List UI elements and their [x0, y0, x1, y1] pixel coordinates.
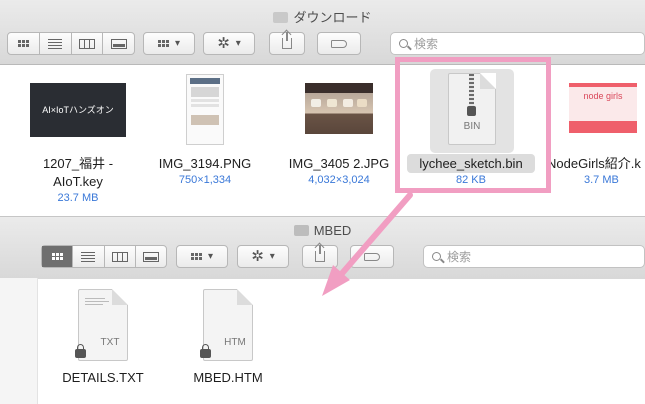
- png-thumbnail: [186, 74, 224, 145]
- top-view-switcher: [7, 32, 135, 55]
- top-share-button[interactable]: [269, 32, 305, 55]
- file-item-mbed[interactable]: HTM MBED.HTM: [173, 279, 283, 389]
- file-item-jpg[interactable]: IMG_3405 2.JPG 4,032×3,024: [280, 65, 398, 210]
- chevron-down-icon: ▾: [269, 251, 275, 262]
- file-name: DETAILS.TXT: [62, 370, 144, 385]
- bottom-action-button[interactable]: ✲ ▾: [237, 245, 289, 268]
- top-toolbar: ダウンロード ▾ ✲ ▾ 検索: [0, 0, 645, 65]
- file-name: IMG_3194.PNG: [158, 156, 252, 171]
- drive-icon: [293, 225, 309, 236]
- file-dimensions: 4,032×3,024: [308, 174, 370, 186]
- bottom-search-field[interactable]: 検索: [423, 245, 645, 268]
- coverflow-view-button[interactable]: [103, 33, 134, 54]
- grid-icon: [51, 253, 63, 260]
- top-file-area: AI×IoTハンズオン 1207_福井 - AIoT.key 23.7 MB I…: [0, 57, 645, 216]
- keynote-thumbnail: AI×IoTハンズオン: [30, 83, 126, 137]
- arrange-icon: [157, 40, 169, 47]
- folder-icon: [273, 12, 289, 23]
- lock-icon: [200, 344, 211, 358]
- columns-icon: [78, 38, 95, 49]
- grid-icon: [17, 40, 29, 47]
- top-search-field[interactable]: 検索: [390, 32, 645, 55]
- bottom-view-switcher: [41, 245, 167, 268]
- top-tags-button[interactable]: [317, 32, 361, 55]
- coverflow-icon: [142, 251, 159, 262]
- bottom-toolbar: MBED ▾ ✲ ▾ 検索: [0, 216, 645, 280]
- coverflow-icon: [110, 38, 127, 49]
- share-icon: [282, 32, 292, 49]
- file-item-details[interactable]: TXT DETAILS.TXT: [48, 279, 158, 389]
- nodegirls-thumbnail: node girls: [569, 83, 637, 133]
- bottom-tags-button[interactable]: [350, 245, 394, 268]
- share-icon: [315, 245, 325, 262]
- coverflow-view-button[interactable]: [136, 246, 166, 267]
- sidebar: [0, 278, 38, 404]
- icon-view-button[interactable]: [42, 246, 74, 267]
- file-name: IMG_3405 2.JPG: [288, 156, 390, 171]
- top-action-button[interactable]: ✲ ▾: [203, 32, 255, 55]
- gear-icon: ✲: [251, 248, 264, 265]
- top-arrange-button[interactable]: ▾: [143, 32, 195, 55]
- top-window-title: ダウンロード: [0, 7, 645, 26]
- file-name-line2: AIoT.key: [53, 174, 103, 189]
- bottom-search-placeholder: 検索: [447, 250, 472, 264]
- file-extension-label: TXT: [100, 337, 120, 348]
- file-name: NodeGirls紹介.k: [547, 156, 641, 171]
- top-search-placeholder: 検索: [414, 37, 439, 51]
- file-item-nodegirls[interactable]: node girls NodeGirls紹介.k 3.7 MB: [547, 65, 645, 210]
- bottom-share-button[interactable]: [302, 245, 338, 268]
- columns-icon: [111, 251, 128, 262]
- arrange-icon: [190, 253, 202, 260]
- highlight-box: [395, 57, 551, 193]
- bottom-arrange-button[interactable]: ▾: [176, 245, 228, 268]
- keynote-thumb-text: AI×IoTハンズオン: [42, 105, 114, 115]
- tag-icon: [364, 252, 380, 261]
- file-item-png[interactable]: IMG_3194.PNG 750×1,334: [150, 65, 260, 210]
- bottom-file-area: TXT DETAILS.TXT HTM MBED.HTM: [38, 279, 645, 404]
- chevron-down-icon: ▾: [174, 38, 181, 49]
- chevron-down-icon: ▾: [235, 38, 241, 49]
- column-view-button[interactable]: [105, 246, 136, 267]
- list-view-button[interactable]: [73, 246, 105, 267]
- bottom-window-title: MBED: [0, 223, 645, 238]
- lock-icon: [75, 344, 86, 358]
- file-name: 1207_福井 -: [42, 156, 114, 171]
- file-item-keynote[interactable]: AI×IoTハンズオン 1207_福井 - AIoT.key 23.7 MB: [18, 65, 138, 210]
- list-icon: [48, 38, 63, 49]
- search-icon: [432, 252, 441, 261]
- file-dimensions: 750×1,334: [178, 174, 232, 186]
- file-name: MBED.HTM: [193, 370, 263, 385]
- search-icon: [399, 39, 408, 48]
- list-icon: [81, 251, 96, 262]
- nodegirls-thumb-text: node girls: [583, 91, 623, 101]
- list-view-button[interactable]: [40, 33, 72, 54]
- chevron-down-icon: ▾: [207, 251, 214, 262]
- jpg-thumbnail: [305, 83, 373, 134]
- icon-view-button[interactable]: [8, 33, 40, 54]
- tag-icon: [331, 39, 347, 48]
- gear-icon: ✲: [217, 35, 230, 52]
- column-view-button[interactable]: [72, 33, 104, 54]
- file-extension-label: HTM: [224, 337, 246, 348]
- file-size: 3.7 MB: [584, 174, 619, 186]
- file-size: 23.7 MB: [57, 192, 99, 204]
